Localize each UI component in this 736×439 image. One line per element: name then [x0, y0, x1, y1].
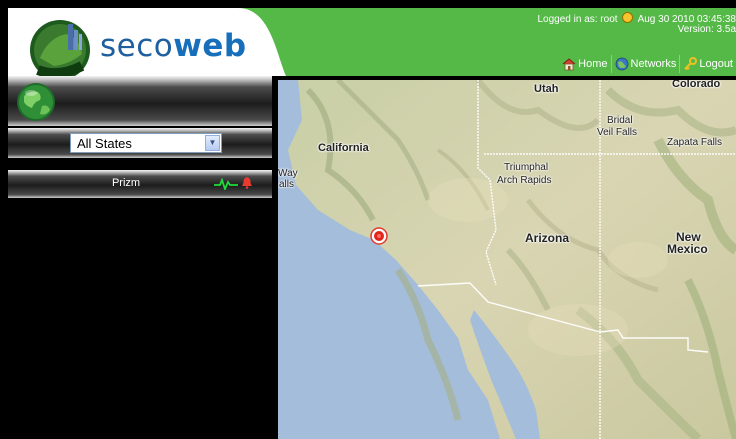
sidebar: All States ▼ Prizm: [8, 76, 272, 439]
clock-icon: [622, 12, 634, 23]
nav-home-link[interactable]: Home: [559, 55, 610, 73]
brand-prefix: seco: [100, 28, 174, 64]
brand-name: secoweb: [100, 28, 247, 64]
chevron-down-icon[interactable]: ▼: [205, 135, 220, 151]
map-label-arch-rapids: Arch Rapids: [497, 175, 552, 186]
map-label-colorado: Colorado: [672, 80, 721, 90]
map-view[interactable]: Utah Colorado Bridal Veil Falls Zapata F…: [278, 80, 736, 439]
top-nav: Home Networks Logout: [559, 54, 736, 74]
map-label-arizona: Arizona: [525, 231, 570, 245]
sidebar-header-bar: [8, 76, 272, 126]
version-text: Version: 3.5a: [677, 24, 736, 35]
home-icon: [562, 58, 576, 71]
brand-suffix: web: [173, 28, 247, 64]
nav-logout-link[interactable]: Logout: [679, 55, 736, 73]
nav-logout-label: Logout: [699, 58, 733, 70]
key-icon: [684, 57, 698, 71]
map-label-zapata-falls: Zapata Falls: [667, 137, 723, 148]
map-label-mexico: Mexico: [667, 242, 708, 256]
state-filter-bar: All States ▼: [8, 128, 272, 158]
map-label-veil-falls: Veil Falls: [597, 127, 638, 138]
map-label-bridal: Bridal: [607, 115, 633, 126]
heartbeat-icon[interactable]: [214, 178, 238, 190]
nav-networks-link[interactable]: Networks: [610, 55, 680, 73]
app-header: secoweb Logged in as: root Aug 30 2010 0…: [8, 8, 736, 76]
location-marker-icon[interactable]: [370, 227, 388, 245]
networks-icon: [615, 57, 628, 71]
nav-networks-label: Networks: [630, 58, 677, 70]
map-label-utah: Utah: [534, 83, 559, 95]
globe-icon: [17, 83, 55, 121]
map-label-way: Way: [278, 168, 298, 179]
map-terrain: [278, 80, 736, 439]
nav-home-label: Home: [578, 58, 608, 70]
logged-in-user: Logged in as: root: [537, 14, 618, 25]
map-label-alls: alls: [279, 179, 295, 190]
map-label-california: California: [318, 142, 369, 154]
network-name: Prizm: [111, 177, 141, 189]
state-filter-select[interactable]: All States ▼: [70, 133, 222, 153]
logo[interactable]: secoweb: [8, 8, 298, 76]
network-list-item[interactable]: Prizm: [8, 170, 272, 198]
state-filter-value: All States: [77, 136, 132, 151]
map-label-triumphal: Triumphal: [504, 162, 549, 173]
bell-icon[interactable]: [241, 176, 253, 189]
